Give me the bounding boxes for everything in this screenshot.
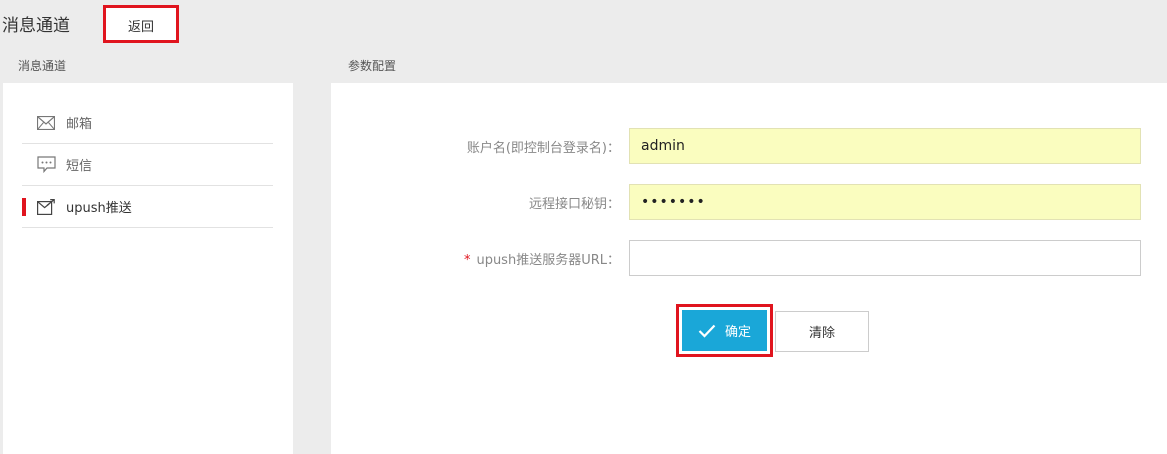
form-row-secret: 远程接口秘钥： •••••••: [331, 184, 1167, 220]
confirm-label: 确定: [724, 324, 751, 339]
active-indicator: [22, 198, 26, 216]
config-panel: 账户名(即控制台登录名)： admin 远程接口秘钥： ••••••• * upu…: [331, 83, 1167, 454]
channel-list: 邮箱 短信 upush推送: [22, 102, 273, 228]
secret-label: 远程接口秘钥：: [528, 197, 620, 212]
form-row-url: * upush推送服务器URL：: [331, 240, 1167, 276]
page-title: 消息通道: [2, 16, 70, 36]
secret-input[interactable]: •••••••: [629, 184, 1141, 220]
channel-item-sms[interactable]: 短信: [22, 144, 273, 186]
url-label-text: upush推送服务器URL：: [476, 253, 620, 268]
url-input[interactable]: [629, 240, 1141, 276]
check-icon: [698, 324, 716, 338]
account-input[interactable]: admin: [629, 128, 1141, 164]
back-button[interactable]: 返回: [103, 5, 179, 43]
left-section-title: 消息通道: [18, 59, 67, 73]
channel-label: 短信: [66, 159, 93, 174]
confirm-highlight: 确定: [676, 304, 773, 357]
channel-item-upush[interactable]: upush推送: [22, 186, 273, 228]
form-row-account: 账户名(即控制台登录名)： admin: [331, 128, 1167, 164]
account-label: 账户名(即控制台登录名)：: [466, 141, 620, 156]
channel-label: upush推送: [66, 201, 132, 216]
channel-item-mail[interactable]: 邮箱: [22, 102, 273, 144]
channel-panel: 邮箱 短信 upush推送: [3, 83, 293, 454]
right-section-title: 参数配置: [348, 59, 397, 73]
sms-icon: [37, 156, 57, 174]
required-mark: *: [463, 253, 471, 268]
confirm-button[interactable]: 确定: [682, 310, 767, 351]
clear-button[interactable]: 清除: [775, 311, 869, 352]
channel-label: 邮箱: [66, 117, 93, 132]
push-icon: [37, 198, 57, 216]
url-label: * upush推送服务器URL：: [464, 249, 620, 268]
mail-icon: [37, 114, 57, 132]
